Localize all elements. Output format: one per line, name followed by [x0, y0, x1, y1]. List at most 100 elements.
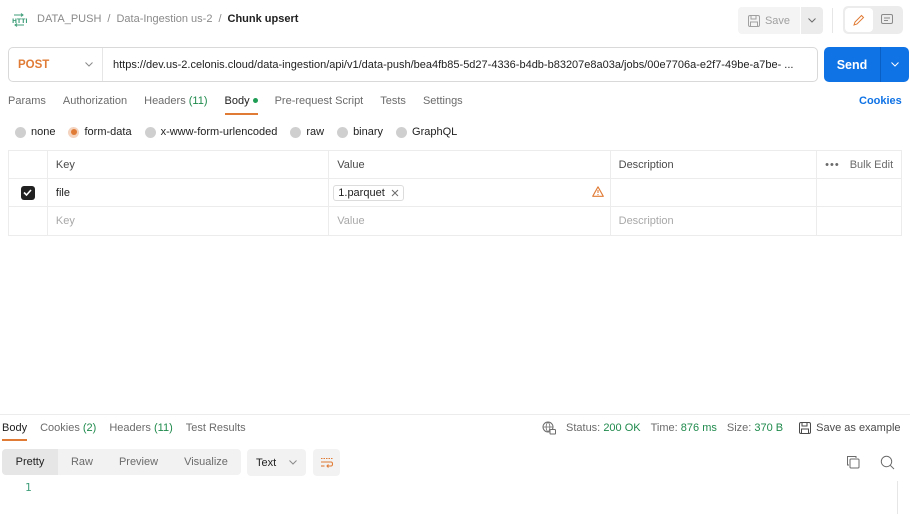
save-label: Save [764, 14, 791, 27]
response-tab-test-results[interactable]: Test Results [186, 422, 246, 441]
tab-label: Authorization [62, 95, 128, 107]
request-name[interactable]: Chunk upsert [228, 13, 299, 25]
tab-body[interactable]: Body [224, 95, 258, 115]
tab-label: Pre-request Script [274, 95, 364, 107]
view-pretty[interactable]: Pretty [2, 449, 58, 475]
row-enabled-checkbox[interactable] [20, 185, 35, 200]
save-as-example-button[interactable]: Save as example [799, 422, 901, 434]
warning-icon[interactable] [591, 186, 604, 197]
body-type-none[interactable]: none [15, 126, 55, 138]
bulk-edit-button[interactable]: Bulk Edit [850, 159, 893, 171]
network-globe-lock-icon[interactable] [542, 421, 556, 435]
remove-file-icon[interactable] [391, 189, 399, 197]
send-options-button[interactable] [881, 47, 909, 82]
description-input[interactable]: Description [611, 207, 818, 235]
radio-button[interactable] [68, 126, 80, 138]
tab-settings[interactable]: Settings [423, 95, 463, 115]
body-type-urlencoded[interactable]: x-www-form-urlencoded [144, 126, 278, 138]
tab-headers[interactable]: Headers (11) [144, 95, 207, 115]
body-type-binary[interactable]: binary [337, 126, 383, 138]
tab-tests[interactable]: Tests [380, 95, 406, 115]
wrap-lines-button[interactable] [313, 449, 340, 476]
copy-icon[interactable] [846, 455, 860, 469]
radio-label: x-www-form-urlencoded [160, 126, 278, 138]
save-as-example-label: Save as example [816, 422, 901, 434]
radio-button[interactable] [337, 126, 349, 138]
column-header-key: Key [48, 151, 330, 178]
view-raw[interactable]: Raw [58, 449, 106, 475]
tab-authorization[interactable]: Authorization [63, 95, 127, 115]
key-cell[interactable]: file [48, 179, 330, 206]
table-header-row: Key Value Description ••• Bulk Edit [9, 151, 901, 179]
editor-scrollbar[interactable] [897, 481, 898, 514]
chevron-down-icon [808, 18, 816, 23]
radio-button[interactable] [290, 126, 302, 138]
row-actions-cell [817, 179, 901, 206]
pane-resize-handle[interactable] [0, 414, 910, 415]
tab-params[interactable]: Params [8, 95, 46, 115]
comments-button[interactable] [873, 8, 901, 32]
tab-label: Headers [144, 95, 186, 107]
send-button[interactable]: Send [824, 47, 881, 82]
response-meta: Status: 200 OK Time: 876 ms Size: 370 B … [542, 421, 910, 435]
column-header-value: Value [329, 151, 611, 178]
body-type-radio-group: none form-data x-www-form-urlencoded raw… [15, 126, 470, 138]
comment-icon [881, 14, 893, 24]
tab-label: Settings [422, 95, 463, 107]
body-type-graphql[interactable]: GraphQL [396, 126, 457, 138]
description-cell[interactable] [611, 179, 818, 206]
header: HTTP DATA_PUSH / Data-Ingestion us-2 / C… [0, 0, 910, 42]
response-tab-body[interactable]: Body [2, 422, 28, 441]
breadcrumb-collection[interactable]: DATA_PUSH [37, 13, 101, 25]
search-icon[interactable] [880, 455, 895, 470]
row-checkbox-cell [9, 179, 48, 206]
radio-button[interactable] [396, 126, 408, 138]
tab-label: Body [2, 422, 28, 434]
table-row-placeholder: Key Value Description [9, 207, 901, 235]
save-button[interactable]: Save [738, 7, 800, 34]
url-bar: POST https://dev.us-2.celonis.cloud/data… [8, 47, 818, 82]
row-actions-cell [817, 207, 901, 235]
mode-toggle [843, 6, 903, 34]
time-readout[interactable]: Time: 876 ms [651, 422, 717, 434]
key-input[interactable]: Key [48, 207, 330, 235]
send-group: Send [824, 47, 909, 82]
body-type-form-data[interactable]: form-data [68, 126, 132, 138]
body-indicator-dot [252, 97, 258, 103]
cookies-count: (2) [82, 422, 97, 434]
radio-button[interactable] [15, 126, 26, 138]
view-visualize[interactable]: Visualize [171, 449, 241, 475]
tab-pre-request-script[interactable]: Pre-request Script [275, 95, 364, 115]
format-select[interactable]: Text [247, 449, 306, 476]
time-label: Time: [650, 422, 678, 434]
response-tab-headers[interactable]: Headers (11) [109, 422, 172, 441]
header-checkbox-cell [9, 151, 48, 178]
http-request-icon: HTTP [12, 13, 27, 27]
radio-label: binary [353, 126, 384, 138]
response-tabs: Body Cookies (2) Headers (11) Test Resul… [2, 422, 259, 441]
edit-mode-button[interactable] [845, 8, 873, 32]
view-preview[interactable]: Preview [106, 449, 171, 475]
method-select[interactable]: POST [9, 48, 103, 81]
size-readout[interactable]: Size: 370 B [727, 422, 783, 434]
breadcrumb-folder[interactable]: Data-Ingestion us-2 [116, 13, 212, 25]
value-cell[interactable]: 1.parquet [329, 179, 611, 206]
format-label: Text [256, 456, 277, 469]
tab-label: Tests [380, 95, 406, 107]
tab-label: Params [8, 95, 46, 107]
status-readout[interactable]: Status: 200 OK [566, 422, 641, 434]
tab-label: Cookies [40, 422, 80, 434]
chevron-down-icon [289, 460, 297, 465]
radio-label: GraphQL [412, 126, 458, 138]
url-input[interactable]: https://dev.us-2.celonis.cloud/data-inge… [103, 59, 815, 71]
save-options-button[interactable] [801, 7, 823, 34]
response-tab-cookies[interactable]: Cookies (2) [40, 422, 96, 441]
radio-button[interactable] [144, 126, 156, 138]
save-icon [747, 14, 760, 27]
body-type-raw[interactable]: raw [290, 126, 324, 138]
value-input[interactable]: Value [329, 207, 611, 235]
tab-label: Body [224, 95, 250, 107]
more-options-icon[interactable]: ••• [825, 159, 840, 171]
cookies-link[interactable]: Cookies [859, 95, 902, 107]
headers-count: (11) [153, 422, 173, 434]
